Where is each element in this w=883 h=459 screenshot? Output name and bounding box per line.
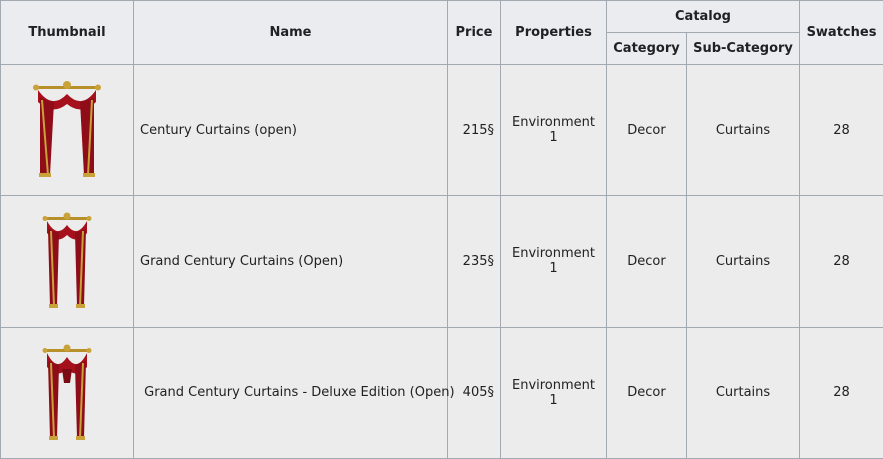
column-header-category: Category — [606, 32, 687, 65]
item-properties: Environment 1 — [500, 326, 607, 459]
item-properties: Environment 1 — [500, 195, 607, 328]
item-swatches: 28 — [799, 63, 883, 197]
thumbnail-cell — [0, 326, 134, 459]
item-name: Grand Century Curtains (Open) — [133, 195, 448, 328]
column-header-catalog: Catalog — [606, 0, 800, 33]
red-curtain-icon[interactable] — [42, 211, 92, 311]
item-subcategory: Curtains — [686, 63, 800, 197]
red-curtain-icon[interactable] — [42, 343, 92, 443]
thumbnail-cell — [0, 63, 134, 197]
red-curtain-icon[interactable] — [32, 80, 102, 180]
item-name: Grand Century Curtains - Deluxe Edition … — [133, 326, 455, 459]
item-swatches: 28 — [799, 326, 883, 459]
item-properties: Environment 1 — [500, 63, 607, 197]
item-subcategory: Curtains — [686, 326, 800, 459]
item-price: 235§ — [447, 195, 501, 328]
table-row: Grand Century Curtains (Open) 235§ Envir… — [0, 195, 883, 328]
item-category: Decor — [606, 63, 687, 197]
item-name: Century Curtains (open) — [133, 63, 448, 197]
item-category: Decor — [606, 195, 687, 328]
header-row: Thumbnail Name Price Properties Catalog … — [0, 0, 883, 65]
curtains-table: Thumbnail Name Price Properties Catalog … — [0, 0, 883, 459]
column-header-price: Price — [447, 0, 501, 65]
item-subcategory: Curtains — [686, 195, 800, 328]
item-price: 405§ — [447, 326, 501, 459]
thumbnail-cell — [0, 195, 134, 328]
table-row: Century Curtains (open) 215§ Environment… — [0, 63, 883, 197]
column-header-thumbnail: Thumbnail — [0, 0, 134, 65]
item-price: 215§ — [447, 63, 501, 197]
column-header-name: Name — [133, 0, 448, 65]
column-header-subcategory: Sub-Category — [686, 32, 800, 65]
item-category: Decor — [606, 326, 687, 459]
column-header-properties: Properties — [500, 0, 607, 65]
column-header-swatches: Swatches — [799, 0, 883, 65]
item-swatches: 28 — [799, 195, 883, 328]
table-row: Grand Century Curtains - Deluxe Edition … — [0, 326, 883, 459]
